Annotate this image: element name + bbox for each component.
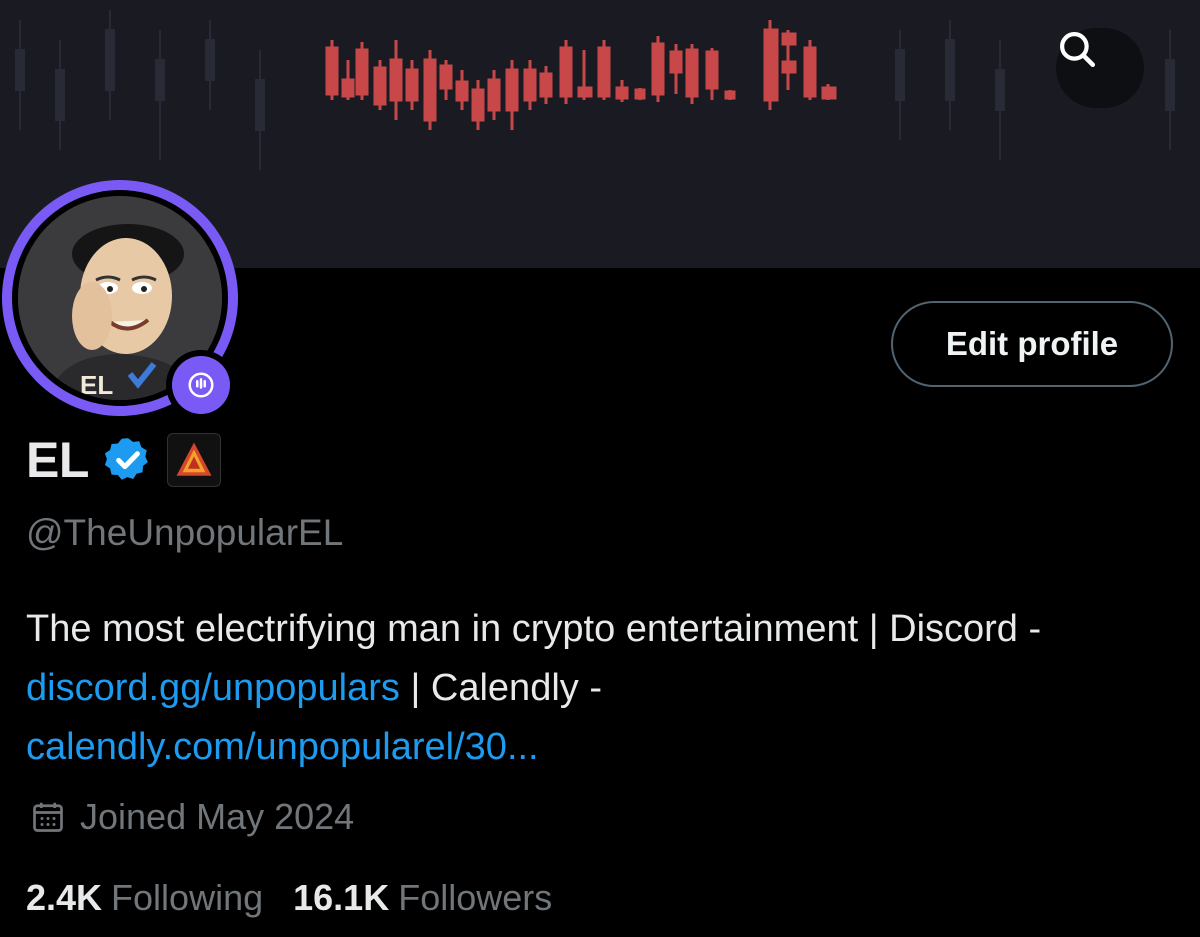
following-link[interactable]: 2.4K Following	[26, 877, 263, 919]
followers-label: Followers	[398, 877, 553, 918]
bio-text: The most electrifying man in crypto ente…	[26, 608, 1042, 650]
joined-date: Joined May 2024	[30, 796, 354, 838]
profile-page: EL Edit profile EL @TheUnpopularEL The m…	[0, 0, 1200, 937]
follow-stats: 2.4K Following 16.1K Followers	[26, 877, 552, 919]
spaces-badge[interactable]	[166, 350, 236, 420]
search-icon	[1060, 32, 1096, 68]
affiliation-badge-icon[interactable]	[166, 433, 221, 487]
display-name: EL	[26, 432, 89, 488]
followers-link[interactable]: 16.1K Followers	[293, 877, 552, 919]
profile-bio: The most electrifying man in crypto ente…	[26, 600, 1176, 777]
search-button[interactable]	[1056, 28, 1144, 108]
joined-text: Joined May 2024	[80, 796, 355, 837]
following-label: Following	[111, 877, 264, 918]
following-count: 2.4K	[26, 877, 103, 918]
spaces-icon	[172, 356, 230, 414]
svg-text:EL: EL	[80, 370, 113, 400]
name-row: EL	[26, 428, 221, 492]
username-handle: @TheUnpopularEL	[26, 512, 344, 553]
calendly-link[interactable]: calendly.com/unpopularel/30...	[26, 726, 539, 768]
calendar-icon	[33, 802, 63, 832]
followers-count: 16.1K	[293, 877, 390, 918]
bio-text: | Calendly -	[399, 667, 602, 709]
edit-profile-button[interactable]: Edit profile	[891, 301, 1173, 387]
discord-link[interactable]: discord.gg/unpopulars	[26, 667, 400, 709]
verified-badge-icon[interactable]	[103, 435, 153, 485]
